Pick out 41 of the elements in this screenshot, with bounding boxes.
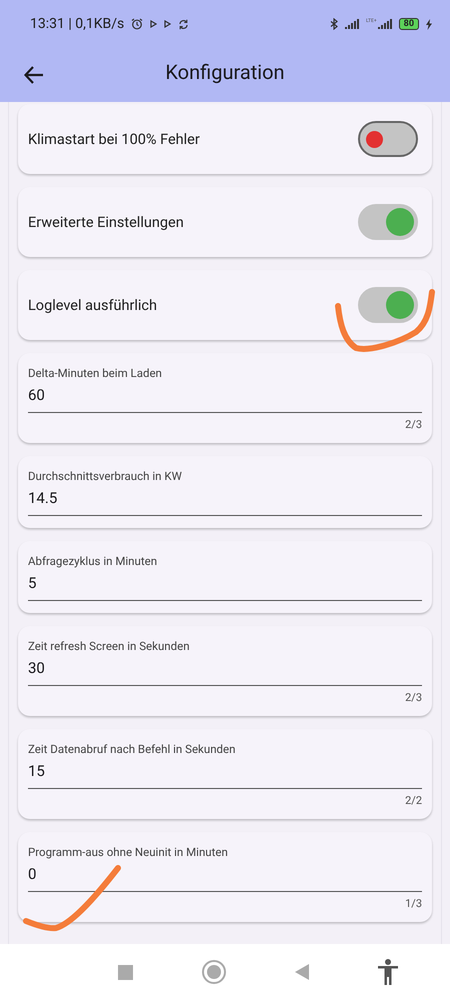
toggle-switch[interactable] — [358, 287, 418, 323]
recents-icon[interactable] — [118, 964, 133, 980]
field-label: Delta-Minuten beim Laden — [28, 366, 163, 380]
setting-label: Loglevel ausführlich — [28, 296, 158, 314]
status-time: 13:31 | 0,1KB/s — [30, 16, 124, 32]
toggle-switch[interactable] — [358, 204, 418, 240]
field-value: 30 — [28, 659, 46, 677]
charging-bolt-icon — [426, 18, 432, 30]
signal-icon — [344, 19, 359, 29]
alarm-clock-icon — [131, 18, 144, 30]
field-label: Programm-aus ohne Neuinit in Minuten — [28, 845, 229, 859]
setting-label: Erweiterte Einstellungen — [28, 214, 184, 230]
field-value: 60 — [28, 386, 46, 404]
battery-indicator: 80 — [398, 18, 419, 30]
back-icon[interactable] — [295, 964, 309, 980]
sync-icon — [178, 18, 190, 30]
field-value: 0 — [28, 865, 38, 883]
input-field[interactable]: Durchschnittsverbrauch in KW 14.5 — [28, 469, 422, 516]
input-field[interactable]: Delta-Minuten beim Laden 60 — [28, 366, 422, 413]
field-label: Zeit refresh Screen in Sekunden — [28, 639, 191, 653]
home-icon[interactable] — [202, 960, 226, 984]
screen-title: Konfiguration — [165, 60, 285, 84]
input-field[interactable]: Abfragezyklus in Minuten 5 — [28, 554, 422, 601]
input-field[interactable]: Zeit refresh Screen in Sekunden 30 — [28, 639, 422, 686]
signal-icon — [378, 19, 392, 29]
character-counter: 2/3 — [405, 691, 422, 704]
field-label: Zeit Datenabruf nach Befehl in Sekunden — [28, 742, 236, 756]
field-value: 5 — [28, 574, 38, 592]
field-value: 15 — [28, 762, 46, 780]
character-counter: 1/3 — [405, 897, 422, 910]
character-counter: 2/3 — [405, 418, 422, 431]
input-field[interactable]: Zeit Datenabruf nach Befehl in Sekunden 15 — [28, 742, 422, 789]
accessibility-icon[interactable] — [378, 959, 398, 985]
field-value: 14.5 — [28, 489, 58, 507]
input-field[interactable]: Programm-aus ohne Neuinit in Minuten 0 — [28, 845, 422, 892]
setting-label: Klimastart bei 100% Fehler — [28, 130, 200, 148]
character-counter: 2/2 — [405, 794, 422, 807]
field-label: Durchschnittsverbrauch in KW — [28, 469, 183, 483]
field-label: Abfragezyklus in Minuten — [28, 554, 158, 568]
bluetooth-icon — [330, 18, 338, 30]
toggle-switch[interactable] — [358, 121, 418, 157]
